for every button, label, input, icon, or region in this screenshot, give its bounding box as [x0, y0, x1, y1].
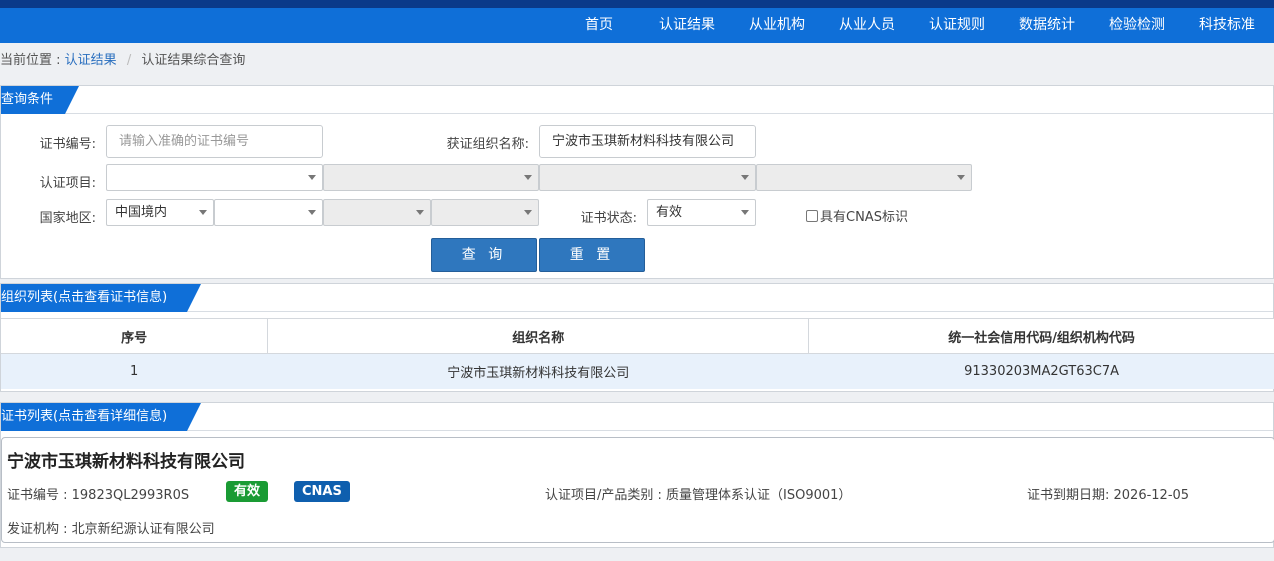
- cert-no-label: 证书编号:: [39, 137, 96, 152]
- status-label: 证书状态:: [580, 211, 637, 226]
- cert-no-input[interactable]: 请输入准确的证书编号: [106, 125, 323, 158]
- nav-inspection[interactable]: 检验检测: [1109, 8, 1165, 43]
- query-panel-title: 查询条件: [1, 86, 79, 114]
- chevron-down-icon: [524, 210, 532, 215]
- checkbox-icon: [806, 210, 818, 222]
- org-list-title: 组织列表(点击查看证书信息): [1, 284, 201, 312]
- org-list-header: 组织列表(点击查看证书信息): [1, 284, 1273, 312]
- cert-list-title: 证书列表(点击查看详细信息): [1, 403, 201, 431]
- cell-index: 1: [1, 353, 269, 389]
- chevron-down-icon: [524, 175, 532, 180]
- cert-list-header: 证书列表(点击查看详细信息): [1, 403, 1273, 431]
- nav-statistics[interactable]: 数据统计: [1019, 8, 1075, 43]
- chevron-down-icon: [741, 210, 749, 215]
- cert-list-panel: 证书列表(点击查看详细信息) 宁波市玉琪新材料科技有限公司 证书编号 : 198…: [0, 402, 1274, 548]
- project-select-3[interactable]: [539, 164, 756, 191]
- chevron-down-icon: [308, 210, 316, 215]
- cert-number: 证书编号 : 19823QL2993R0S: [7, 488, 190, 503]
- project-select-1[interactable]: [106, 164, 323, 191]
- col-credit-code: 统一社会信用代码/组织机构代码: [808, 318, 1274, 354]
- col-index: 序号: [1, 318, 269, 354]
- status-select[interactable]: 有效: [647, 199, 756, 226]
- org-list-panel: 组织列表(点击查看证书信息) 序号 组织名称 统一社会信用代码/组织机构代码 1…: [0, 283, 1274, 392]
- project-select-4[interactable]: [756, 164, 972, 191]
- cell-org-name[interactable]: 宁波市玉琪新材料科技有限公司: [267, 353, 810, 389]
- table-row[interactable]: 1 宁波市玉琪新材料科技有限公司 91330203MA2GT63C7A: [1, 353, 1274, 389]
- region-select-1[interactable]: 中国境内: [106, 199, 214, 226]
- region-select-3[interactable]: [323, 199, 431, 226]
- org-table: 序号 组织名称 统一社会信用代码/组织机构代码 1 宁波市玉琪新材料科技有限公司…: [1, 318, 1274, 389]
- reset-button[interactable]: 重 置: [539, 238, 645, 272]
- org-name-label: 获证组织名称:: [446, 137, 529, 152]
- project-select-2[interactable]: [323, 164, 539, 191]
- region-select-2[interactable]: [214, 199, 323, 226]
- status-badge-valid: 有效: [226, 481, 269, 502]
- cert-company-name: 宁波市玉琪新材料科技有限公司: [7, 452, 245, 472]
- cert-project: 认证项目/产品类别 : 质量管理体系认证（ISO9001）: [545, 488, 852, 503]
- nav-home[interactable]: 首页: [585, 8, 613, 43]
- breadcrumb: 当前位置 : 认证结果 / 认证结果综合查询: [0, 43, 1274, 81]
- cnas-badge: CNAS: [294, 481, 350, 502]
- cert-issuer: 发证机构 : 北京新纪源认证有限公司: [7, 522, 215, 537]
- chevron-down-icon: [199, 210, 207, 215]
- chevron-down-icon: [308, 175, 316, 180]
- region-value: 中国境内: [115, 205, 168, 220]
- main-nav: 首页 认证结果 从业机构 从业人员 认证规则 数据统计 检验检测 科技标准: [0, 8, 1274, 43]
- search-button[interactable]: 查 询: [431, 238, 537, 272]
- region-label: 国家地区:: [39, 211, 96, 226]
- top-banner-strip: [0, 0, 1274, 8]
- org-name-input[interactable]: 宁波市玉琪新材料科技有限公司: [539, 125, 756, 158]
- cert-card[interactable]: 宁波市玉琪新材料科技有限公司 证书编号 : 19823QL2993R0S 有效 …: [1, 437, 1274, 543]
- breadcrumb-link[interactable]: 认证结果: [65, 53, 117, 68]
- cell-credit-code: 91330203MA2GT63C7A: [808, 353, 1274, 389]
- chevron-down-icon: [416, 210, 424, 215]
- nav-rules[interactable]: 认证规则: [929, 8, 985, 43]
- region-select-4[interactable]: [431, 199, 539, 226]
- status-value: 有效: [656, 205, 683, 220]
- project-label: 认证项目:: [39, 176, 96, 191]
- nav-agencies[interactable]: 从业机构: [749, 8, 805, 43]
- cert-expiry: 证书到期日期: 2026-12-05: [1027, 488, 1190, 503]
- breadcrumb-current: 认证结果综合查询: [141, 53, 246, 68]
- chevron-down-icon: [957, 175, 965, 180]
- query-panel: 查询条件 证书编号: 请输入准确的证书编号 获证组织名称: 宁波市玉琪新材料科技…: [0, 85, 1274, 279]
- nav-standards[interactable]: 科技标准: [1199, 8, 1255, 43]
- cnas-checkbox[interactable]: 具有CNAS标识: [806, 206, 908, 225]
- query-panel-header: 查询条件: [1, 86, 1273, 114]
- col-org-name: 组织名称: [267, 318, 810, 354]
- chevron-down-icon: [741, 175, 749, 180]
- cnas-checkbox-label: 具有CNAS标识: [820, 210, 908, 225]
- nav-cert-results[interactable]: 认证结果: [659, 8, 715, 43]
- nav-personnel[interactable]: 从业人员: [839, 8, 895, 43]
- breadcrumb-separator: /: [126, 53, 132, 68]
- breadcrumb-prefix: 当前位置 :: [0, 53, 61, 68]
